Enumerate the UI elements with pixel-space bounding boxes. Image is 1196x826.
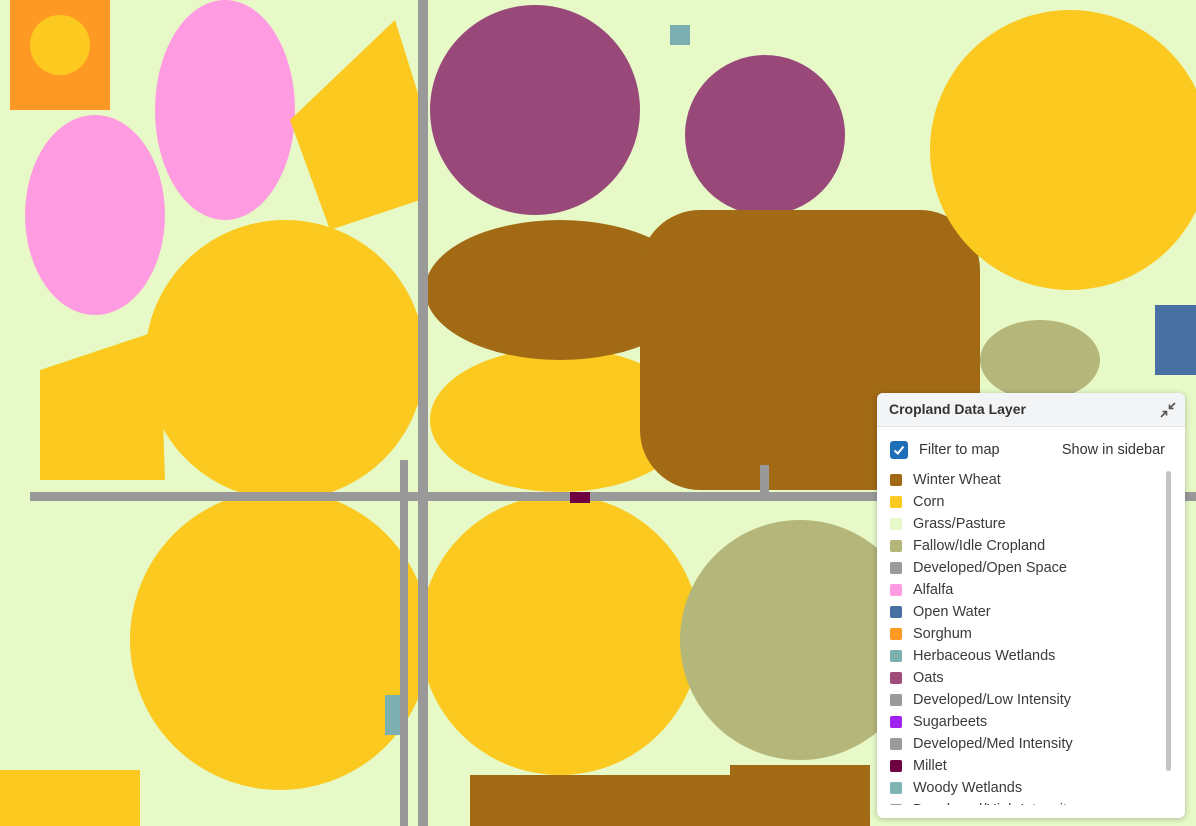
legend-swatch <box>890 760 902 772</box>
corn-field <box>145 220 425 500</box>
legend-label: Open Water <box>913 604 991 620</box>
corn-field <box>0 770 140 826</box>
road-vertical <box>400 460 408 826</box>
millet-spot <box>570 492 590 503</box>
legend-swatch <box>890 562 902 574</box>
legend-item[interactable]: Developed/High Intensity <box>877 799 1167 805</box>
legend-label: Herbaceous Wetlands <box>913 648 1056 664</box>
legend-item[interactable]: Alfalfa <box>877 579 1167 601</box>
alfalfa-field <box>25 115 165 315</box>
legend-item[interactable]: Developed/Open Space <box>877 557 1167 579</box>
oats-field <box>430 5 640 215</box>
legend-swatch <box>890 716 902 728</box>
legend-item[interactable]: Developed/Low Intensity <box>877 689 1167 711</box>
wetland-patch <box>670 25 690 45</box>
legend-label: Sugarbeets <box>913 714 988 730</box>
oats-field <box>685 55 845 215</box>
legend-swatch <box>890 694 902 706</box>
legend-swatch <box>890 628 902 640</box>
wheat-field <box>470 775 730 826</box>
legend-label: Developed/Med Intensity <box>913 736 1073 752</box>
collapse-arrows-icon[interactable] <box>1157 399 1179 421</box>
legend-swatch <box>890 606 902 618</box>
legend-swatch <box>890 804 902 805</box>
legend-swatch <box>890 738 902 750</box>
legend-item[interactable]: Developed/Med Intensity <box>877 733 1167 755</box>
legend-label: Corn <box>913 494 945 510</box>
legend-item[interactable]: Herbaceous Wetlands <box>877 645 1167 667</box>
legend-swatch <box>890 540 902 552</box>
legend-label: Alfalfa <box>913 582 954 598</box>
fallow-field <box>980 320 1100 400</box>
legend-item[interactable]: Winter Wheat <box>877 469 1167 491</box>
filter-label: Filter to map <box>919 442 1000 458</box>
legend-swatch <box>890 584 902 596</box>
legend-swatch <box>890 650 902 662</box>
legend-item[interactable]: Oats <box>877 667 1167 689</box>
open-water <box>1155 305 1196 375</box>
legend-label: Developed/Low Intensity <box>913 692 1071 708</box>
checkmark-icon <box>893 445 905 455</box>
legend-label: Oats <box>913 670 944 686</box>
legend-swatch <box>890 672 902 684</box>
legend-item[interactable]: Corn <box>877 491 1167 513</box>
legend-label: Fallow/Idle Cropland <box>913 538 1046 554</box>
legend-item[interactable]: Millet <box>877 755 1167 777</box>
legend-controls: Filter to map Show in sidebar <box>877 427 1185 469</box>
legend-label: Developed/Open Space <box>913 560 1067 576</box>
legend-label: Winter Wheat <box>913 472 1001 488</box>
legend-item[interactable]: Open Water <box>877 601 1167 623</box>
legend-scrollbar[interactable] <box>1166 471 1171 771</box>
corn-field <box>420 495 700 775</box>
panel-header: Cropland Data Layer <box>877 393 1185 427</box>
corn-field <box>130 490 430 790</box>
legend-item[interactable]: Woody Wetlands <box>877 777 1167 799</box>
show-in-sidebar-link[interactable]: Show in sidebar <box>1062 442 1165 458</box>
wheat-field <box>730 765 870 826</box>
legend-item[interactable]: Fallow/Idle Cropland <box>877 535 1167 557</box>
legend-label: Sorghum <box>913 626 972 642</box>
legend-label: Woody Wetlands <box>913 780 1023 796</box>
road-vertical <box>418 0 428 826</box>
cropland-legend-panel: Cropland Data Layer Filter to map Show i… <box>877 393 1185 818</box>
legend-swatch <box>890 496 902 508</box>
legend-item[interactable]: Sugarbeets <box>877 711 1167 733</box>
legend-swatch <box>890 474 902 486</box>
filter-checkbox[interactable] <box>890 441 908 459</box>
legend-swatch <box>890 518 902 530</box>
corn-field-small <box>30 15 90 75</box>
legend-list[interactable]: Winter Wheat Corn Grass/Pasture Fallow/Idle… <box>877 469 1167 805</box>
panel-title: Cropland Data Layer <box>889 401 1026 417</box>
scrollbar-thumb[interactable] <box>1166 471 1171 771</box>
road-vertical <box>760 465 769 495</box>
legend-label: Millet <box>913 758 947 774</box>
legend-swatch <box>890 782 902 794</box>
legend-label: Developed/High Intensity <box>913 802 1074 805</box>
legend-item[interactable]: Sorghum <box>877 623 1167 645</box>
alfalfa-field <box>155 0 295 220</box>
legend-item[interactable]: Grass/Pasture <box>877 513 1167 535</box>
legend-label: Grass/Pasture <box>913 516 1006 532</box>
